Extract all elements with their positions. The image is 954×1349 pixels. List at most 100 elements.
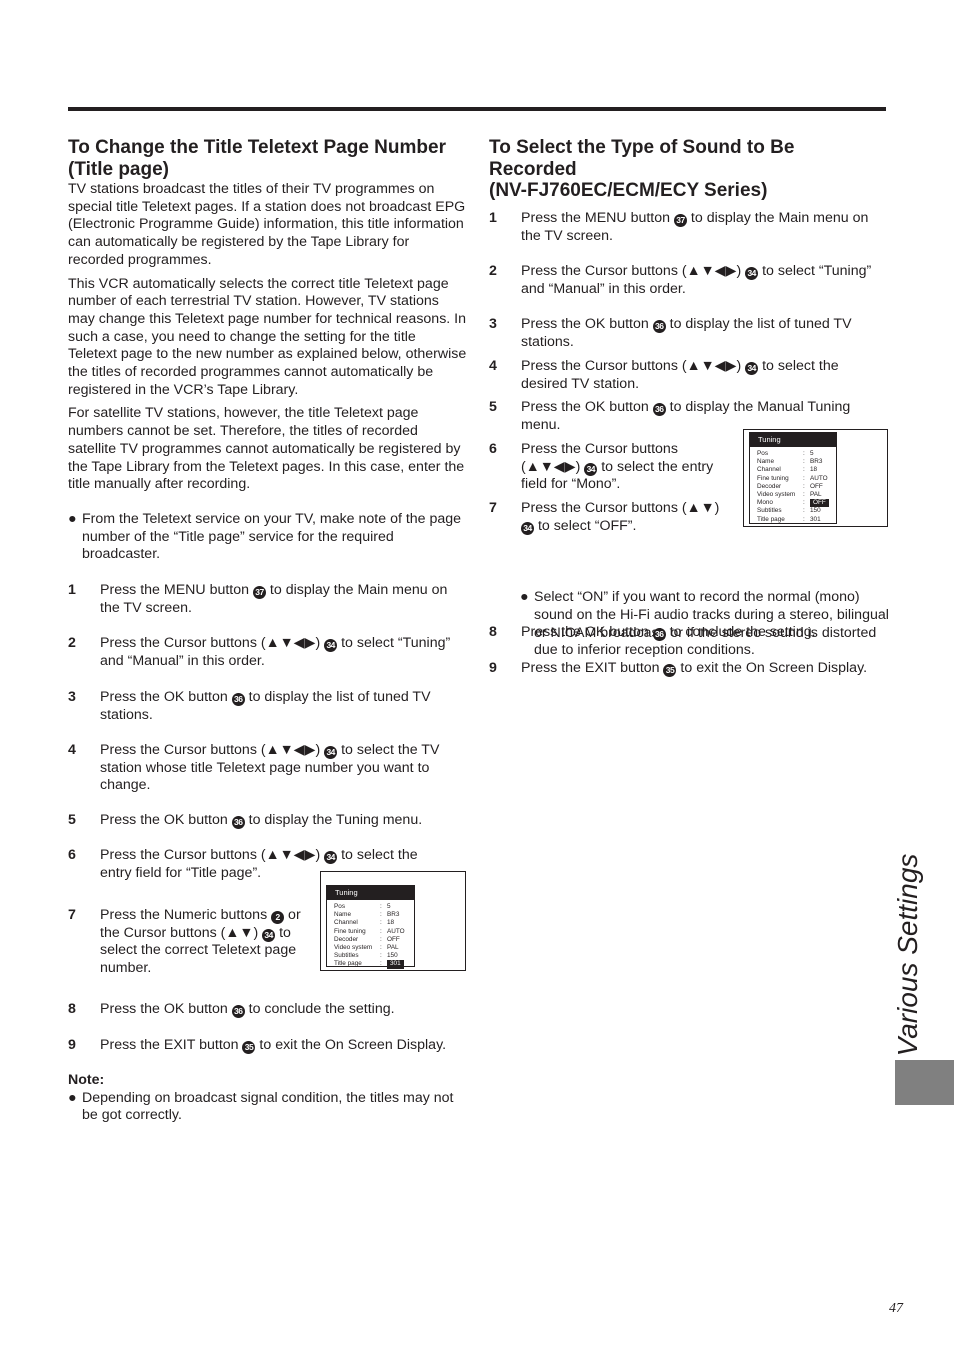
osd-colon: : — [380, 960, 382, 968]
osd-value: PAL — [810, 491, 822, 499]
heading-line: (Title page) — [68, 158, 169, 180]
step-text: Press the MENU button 37 to display the … — [100, 582, 462, 617]
step-text-segment: to select “OFF”. — [534, 517, 637, 534]
step-number: 3 — [68, 689, 76, 705]
osd-label: Name — [757, 458, 775, 466]
note-label: Note: — [68, 1072, 105, 1088]
osd-value: BR3 — [810, 458, 823, 466]
button-number-badge: 36 — [652, 320, 666, 333]
step-number: 1 — [68, 582, 76, 598]
step-text-segment: Press the OK button — [521, 399, 653, 415]
osd-illustration: Tuning Pos:5 Name: BR3 Channel:18 Fine tuning… — [743, 429, 888, 527]
osd-row: Mono: OFF — [750, 499, 836, 508]
osd-row: Video system: PAL — [327, 944, 414, 952]
osd-value: 18 — [810, 466, 818, 474]
right-heading: To Select the Type of Sound to Be Record… — [489, 137, 889, 202]
button-number-badge: 34 — [521, 521, 534, 535]
step-text: Press the MENU button 37 to display the … — [521, 210, 883, 245]
button-number-badge: 34 — [324, 746, 338, 759]
osd-value: OFF — [810, 499, 829, 508]
left-section: To Change the Title Teletext Page Number… — [68, 137, 468, 500]
osd-colon: : — [380, 911, 382, 919]
step-number: 2 — [68, 635, 76, 651]
osd-colon: : — [803, 499, 805, 507]
intro-paragraph: TV stations broadcast the titles of thei… — [68, 181, 466, 268]
section-tab: Various Settings — [892, 853, 923, 1056]
button-number-badge: 34 — [324, 639, 338, 652]
button-number-badge: 36 — [231, 693, 245, 706]
button-number-badge: 36 — [231, 1005, 245, 1018]
step-text-segment: Press the Cursor buttons (▲▼) — [521, 500, 720, 516]
left-heading: To Change the Title Teletext Page Number… — [68, 137, 468, 180]
step-number: 7 — [489, 500, 497, 516]
button-number-badge: 36 — [652, 403, 666, 416]
step-text: Press the Cursor buttons (▲▼◀▶) 34 to se… — [521, 263, 889, 298]
osd-label: Video system — [757, 491, 796, 499]
osd-label: Subtitles — [757, 507, 782, 515]
step-text: Press the Cursor buttons (▲▼◀▶) 34 to se… — [521, 358, 866, 393]
heading-line: (NV-FJ760EC/ECM/ECY Series) — [489, 180, 768, 201]
osd-value: 5 — [810, 450, 814, 457]
osd-row: Channel:18 — [750, 466, 836, 474]
osd-label: Fine tuning — [757, 474, 789, 482]
step-number: 6 — [68, 847, 76, 863]
intro-paragraph: For satellite TV stations, however, the … — [68, 405, 465, 493]
step-text: Press the OK button 36 to display the Tu… — [100, 812, 462, 830]
step-text-segment: Press the Cursor buttons (▲▼◀▶) — [100, 742, 325, 758]
osd-colon: : — [380, 919, 382, 927]
step-text-segment: Press the OK button — [100, 812, 232, 828]
osd-row: Fine tuning: AUTO — [327, 928, 414, 936]
button-number-badge: 34 — [584, 462, 598, 476]
step-number: 4 — [489, 358, 497, 374]
osd-row: Decoder: OFF — [750, 483, 836, 491]
step-text: Press the EXIT button 35 to exit the On … — [521, 660, 887, 678]
osd-label: Mono — [757, 499, 773, 507]
osd-colon: : — [380, 927, 382, 935]
note-text: Depending on broadcast signal condition,… — [82, 1089, 454, 1124]
step-text: Press the OK button 36 to display the li… — [521, 316, 866, 351]
manual-page: To Change the Title Teletext Page Number… — [0, 0, 954, 1349]
button-number-badge: 2 — [271, 911, 285, 924]
step-number: 8 — [68, 1001, 76, 1017]
step-text: Press the OK button 36 to conclude the s… — [100, 1001, 462, 1019]
osd-row: Title page:301 — [327, 960, 414, 969]
step-text: Press the EXIT button 35 to exit the On … — [100, 1037, 462, 1055]
prep-bullet: ● From the Teletext service on your TV, … — [68, 511, 462, 564]
step-text-segment: Press the OK button — [521, 316, 653, 332]
osd-row: Name: BR3 — [750, 458, 836, 466]
button-number-badge: 35 — [663, 664, 677, 677]
button-number-badge: 34 — [745, 267, 759, 280]
osd-value: 5 — [387, 903, 391, 910]
bullet-icon: ● — [68, 511, 77, 527]
osd-row: Subtitles:150 — [327, 952, 414, 960]
osd-value: BR3 — [387, 911, 400, 919]
step-number: 2 — [489, 263, 497, 279]
note: Note: ● Depending on broadcast signal con… — [68, 1072, 465, 1125]
osd-row: Video system: PAL — [750, 491, 836, 499]
step-text-segment: Press the OK button — [521, 624, 653, 640]
osd-title: Tuning — [750, 433, 836, 447]
step-text-segment: to conclude the setting. — [244, 1001, 395, 1017]
step-text-segment: to exit the On Screen Display. — [255, 1037, 447, 1053]
osd-colon: : — [803, 474, 805, 482]
osd-label: Decoder — [334, 935, 359, 943]
osd-value: PAL — [387, 944, 399, 952]
heading-line: To Select the Type of Sound to Be — [489, 137, 795, 158]
osd-value: AUTO — [387, 927, 405, 935]
button-number-badge: 34 — [745, 362, 759, 375]
button-number-badge: 35 — [242, 1041, 256, 1054]
osd-label: Pos — [334, 903, 346, 910]
osd-row: Subtitles:150 — [750, 507, 836, 515]
osd-row: Pos:5 — [750, 450, 836, 458]
osd-value: 150 — [387, 952, 398, 960]
step-number: 9 — [489, 660, 497, 676]
step-text: Press the Numeric buttons 2 or the Curso… — [100, 907, 312, 978]
button-number-badge: 34 — [262, 928, 276, 942]
step-text-segment: Press the MENU button — [100, 582, 253, 598]
osd-row: Decoder: OFF — [327, 936, 414, 944]
step-number: 4 — [68, 742, 76, 758]
step-number: 6 — [489, 441, 497, 457]
osd-label: Video system — [334, 944, 373, 952]
step-number: 1 — [489, 210, 497, 226]
osd-value: AUTO — [810, 474, 828, 482]
